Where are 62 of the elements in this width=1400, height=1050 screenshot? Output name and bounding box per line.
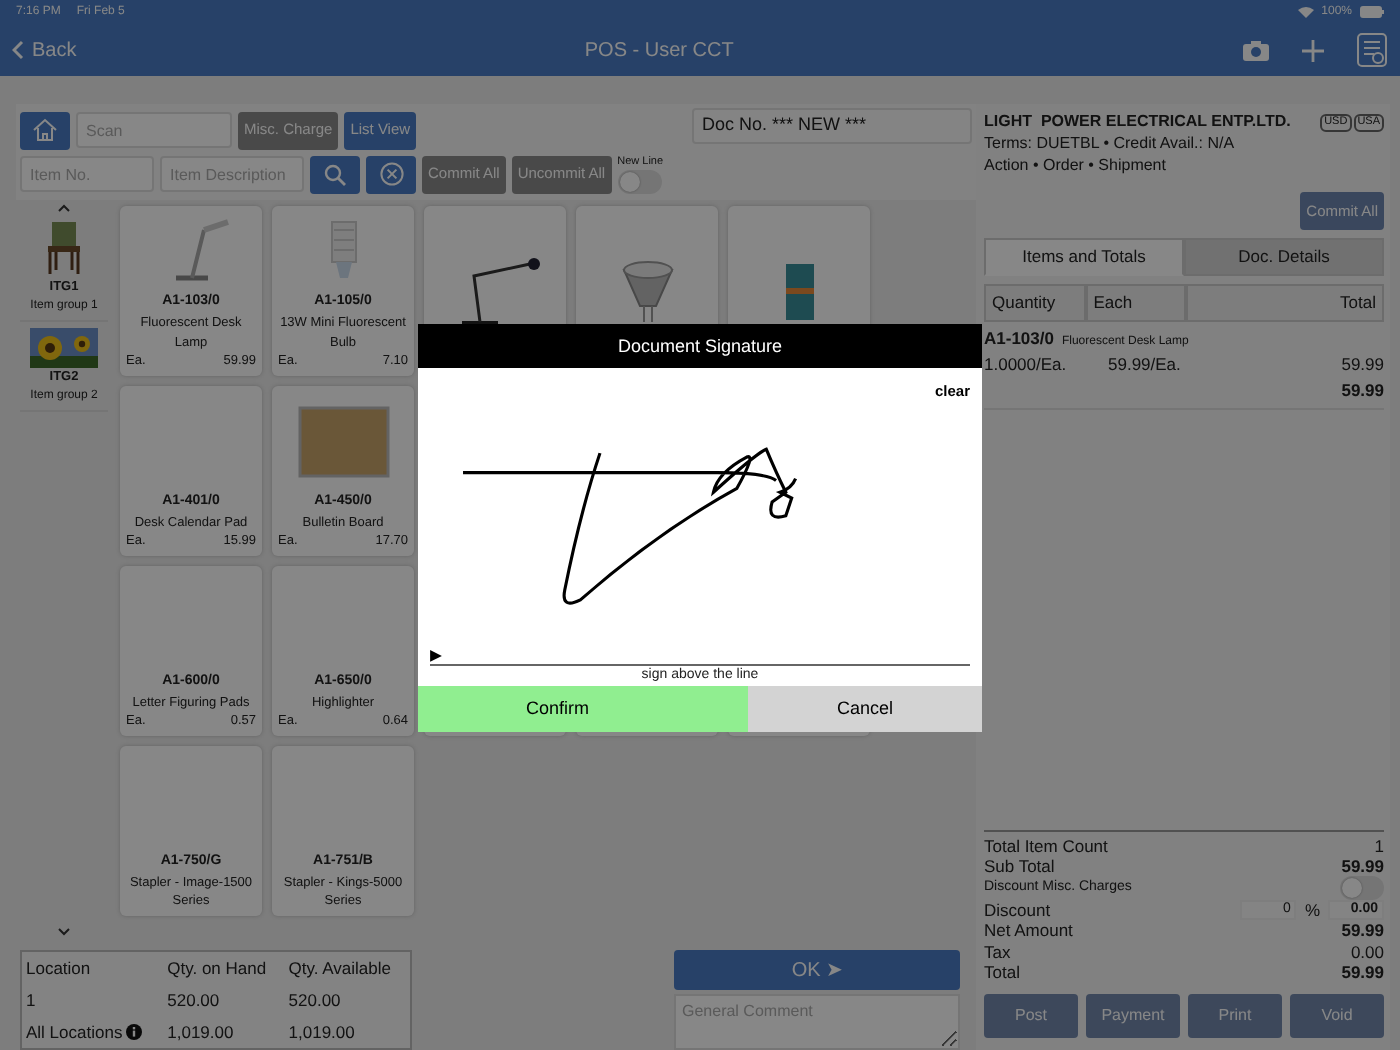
- total-value: 59.99: [1341, 961, 1384, 982]
- plus-icon[interactable]: [1302, 39, 1324, 61]
- corkboard-drawing: [297, 405, 389, 477]
- tab[interactable]: Items and Totals: [984, 238, 1184, 277]
- total-value: 59.99: [1341, 855, 1384, 877]
- column-header: Each: [1085, 284, 1186, 322]
- total-label: Discount: [984, 900, 1051, 921]
- percent-sign: %: [1304, 900, 1320, 921]
- search-button[interactable]: [310, 155, 360, 193]
- total-label: Total Item Count: [984, 835, 1108, 856]
- table-cell: 1,019.00: [284, 1015, 411, 1049]
- table-cell: All Locations: [26, 1021, 123, 1042]
- clear-button[interactable]: [366, 155, 416, 193]
- customer-name: LIGHT POWER ELECTRICAL ENTP.LTD.: [984, 112, 1291, 134]
- window-title: POS - User CCT: [582, 37, 736, 65]
- tab[interactable]: Doc. Details: [1184, 238, 1384, 277]
- confirm-button[interactable]: Confirm: [418, 686, 748, 732]
- caret-down-icon: [58, 928, 70, 936]
- table-cell: 520.00: [163, 984, 285, 1016]
- column-header: Total: [1185, 284, 1384, 322]
- total-value: 0.00: [1350, 941, 1384, 962]
- home-button[interactable]: [20, 111, 70, 149]
- sunflower-drawing: [30, 327, 98, 368]
- clear-icon: [379, 162, 403, 186]
- table-cell: 1,019.00: [163, 1015, 285, 1049]
- column-header: Qty. Available: [284, 951, 411, 984]
- play-icon: [430, 649, 442, 661]
- chevron-left-icon: [12, 40, 24, 60]
- dialog-title: Document Signature: [418, 324, 982, 368]
- search-icon: [324, 163, 346, 185]
- caret-up-icon: [58, 204, 70, 212]
- total-value: 1: [1374, 835, 1384, 856]
- total-label: Sub Total: [984, 855, 1055, 877]
- notebook-drawing: [781, 259, 817, 323]
- total-label: Tax: [984, 941, 1011, 962]
- discount-charges-toggle[interactable]: [1340, 876, 1384, 901]
- total-value: 59.99: [1341, 920, 1384, 942]
- camera-icon[interactable]: [1242, 39, 1270, 61]
- column-header: Quantity: [984, 284, 1086, 322]
- table-cell: 520.00: [284, 984, 411, 1016]
- ok-button[interactable]: OK ➤: [674, 950, 960, 990]
- total-label: Net Amount: [984, 920, 1073, 942]
- column-header: Location: [21, 951, 164, 984]
- total-label: Total: [984, 961, 1020, 982]
- line-each: 59.99/Ea.: [1108, 351, 1181, 378]
- info-icon: [126, 1024, 143, 1041]
- cancel-button[interactable]: Cancel: [748, 686, 982, 732]
- table-cell: 1: [26, 989, 36, 1010]
- house-icon: [32, 118, 58, 142]
- line-code: A1-103/0: [984, 325, 1054, 352]
- document-icon[interactable]: [1356, 32, 1388, 68]
- terms-text: Terms: DUETBL • Credit Avail.: N/A: [984, 133, 1237, 156]
- battery-icon: [1360, 6, 1384, 18]
- back-button[interactable]: Back: [12, 35, 77, 65]
- new-line-toggle[interactable]: [617, 170, 662, 195]
- column-header: Qty. on Hand: [163, 951, 285, 984]
- line-quantity: 1.0000/Ea.: [984, 351, 1069, 378]
- line-sum: 59.99: [1341, 377, 1384, 403]
- wifi-icon: [1297, 6, 1314, 18]
- action-text: Action • Order • Shipment: [984, 155, 1168, 177]
- line-total: 59.99: [1341, 351, 1384, 378]
- doc-number: Doc No. *** NEW ***: [692, 108, 972, 144]
